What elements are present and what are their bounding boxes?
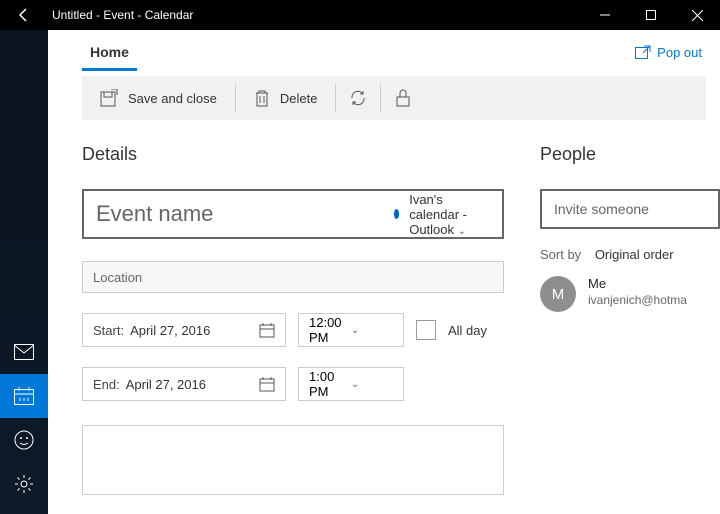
location-input[interactable] bbox=[82, 261, 504, 293]
refresh-icon bbox=[349, 89, 367, 107]
event-name-input[interactable] bbox=[96, 201, 384, 227]
delete-label: Delete bbox=[280, 91, 318, 106]
minimize-button[interactable] bbox=[582, 0, 628, 30]
maximize-button[interactable] bbox=[628, 0, 674, 30]
trash-icon bbox=[254, 89, 270, 107]
delete-button[interactable]: Delete bbox=[236, 76, 336, 120]
people-heading: People bbox=[540, 144, 720, 165]
save-close-label: Save and close bbox=[128, 91, 217, 106]
start-date-value: April 27, 2016 bbox=[130, 323, 259, 338]
tab-home[interactable]: Home bbox=[82, 34, 137, 71]
save-icon bbox=[100, 89, 118, 107]
event-name-row: Ivan's calendar - Outlook ⌄ bbox=[82, 189, 504, 239]
end-date-value: April 27, 2016 bbox=[126, 377, 259, 392]
sidebar-calendar[interactable] bbox=[0, 374, 48, 418]
chevron-down-icon: ⌄ bbox=[458, 226, 466, 237]
close-button[interactable] bbox=[674, 0, 720, 30]
sort-by-row[interactable]: Sort by Original order bbox=[540, 247, 720, 262]
chevron-down-icon: ⌄ bbox=[351, 325, 393, 336]
start-time-picker[interactable]: 12:00 PM ⌄ bbox=[298, 313, 404, 347]
person-name: Me bbox=[588, 276, 687, 291]
calendar-icon bbox=[259, 376, 275, 392]
calendar-icon bbox=[259, 322, 275, 338]
end-time-picker[interactable]: 1:00 PM ⌄ bbox=[298, 367, 404, 401]
refresh-button[interactable] bbox=[336, 76, 380, 120]
app-sidebar bbox=[0, 30, 48, 514]
popout-icon bbox=[635, 45, 651, 59]
details-heading: Details bbox=[82, 144, 504, 165]
end-label: End: bbox=[93, 377, 120, 392]
popout-label: Pop out bbox=[657, 45, 702, 60]
sort-by-label: Sort by bbox=[540, 247, 581, 262]
toolbar: Save and close Delete bbox=[82, 76, 706, 120]
sort-order-value: Original order bbox=[595, 247, 674, 262]
popout-button[interactable]: Pop out bbox=[635, 45, 706, 60]
back-button[interactable] bbox=[0, 0, 48, 30]
avatar: M bbox=[540, 276, 576, 312]
sidebar-feedback[interactable] bbox=[0, 418, 48, 462]
chevron-down-icon: ⌄ bbox=[351, 379, 393, 390]
end-date-picker[interactable]: End: April 27, 2016 bbox=[82, 367, 286, 401]
lock-icon bbox=[396, 89, 410, 107]
all-day-label: All day bbox=[448, 323, 487, 338]
start-label: Start: bbox=[93, 323, 124, 338]
end-time-value: 1:00 PM bbox=[309, 369, 351, 399]
person-email: ivanjenich@hotma bbox=[588, 293, 687, 307]
start-time-value: 12:00 PM bbox=[309, 315, 351, 345]
titlebar: Untitled - Event - Calendar bbox=[0, 0, 720, 30]
invite-input[interactable] bbox=[540, 189, 720, 229]
calendar-selector[interactable]: Ivan's calendar - Outlook ⌄ bbox=[409, 192, 490, 237]
description-box[interactable] bbox=[82, 425, 504, 495]
calendar-color-dot bbox=[394, 209, 399, 219]
sidebar-mail[interactable] bbox=[0, 330, 48, 374]
person-row[interactable]: M Me ivanjenich@hotma bbox=[540, 276, 720, 312]
all-day-checkbox[interactable] bbox=[416, 320, 436, 340]
window-title: Untitled - Event - Calendar bbox=[48, 8, 582, 22]
tab-row: Home Pop out bbox=[48, 30, 720, 74]
private-button[interactable] bbox=[381, 76, 425, 120]
start-date-picker[interactable]: Start: April 27, 2016 bbox=[82, 313, 286, 347]
sidebar-settings[interactable] bbox=[0, 462, 48, 506]
save-close-button[interactable]: Save and close bbox=[82, 76, 235, 120]
